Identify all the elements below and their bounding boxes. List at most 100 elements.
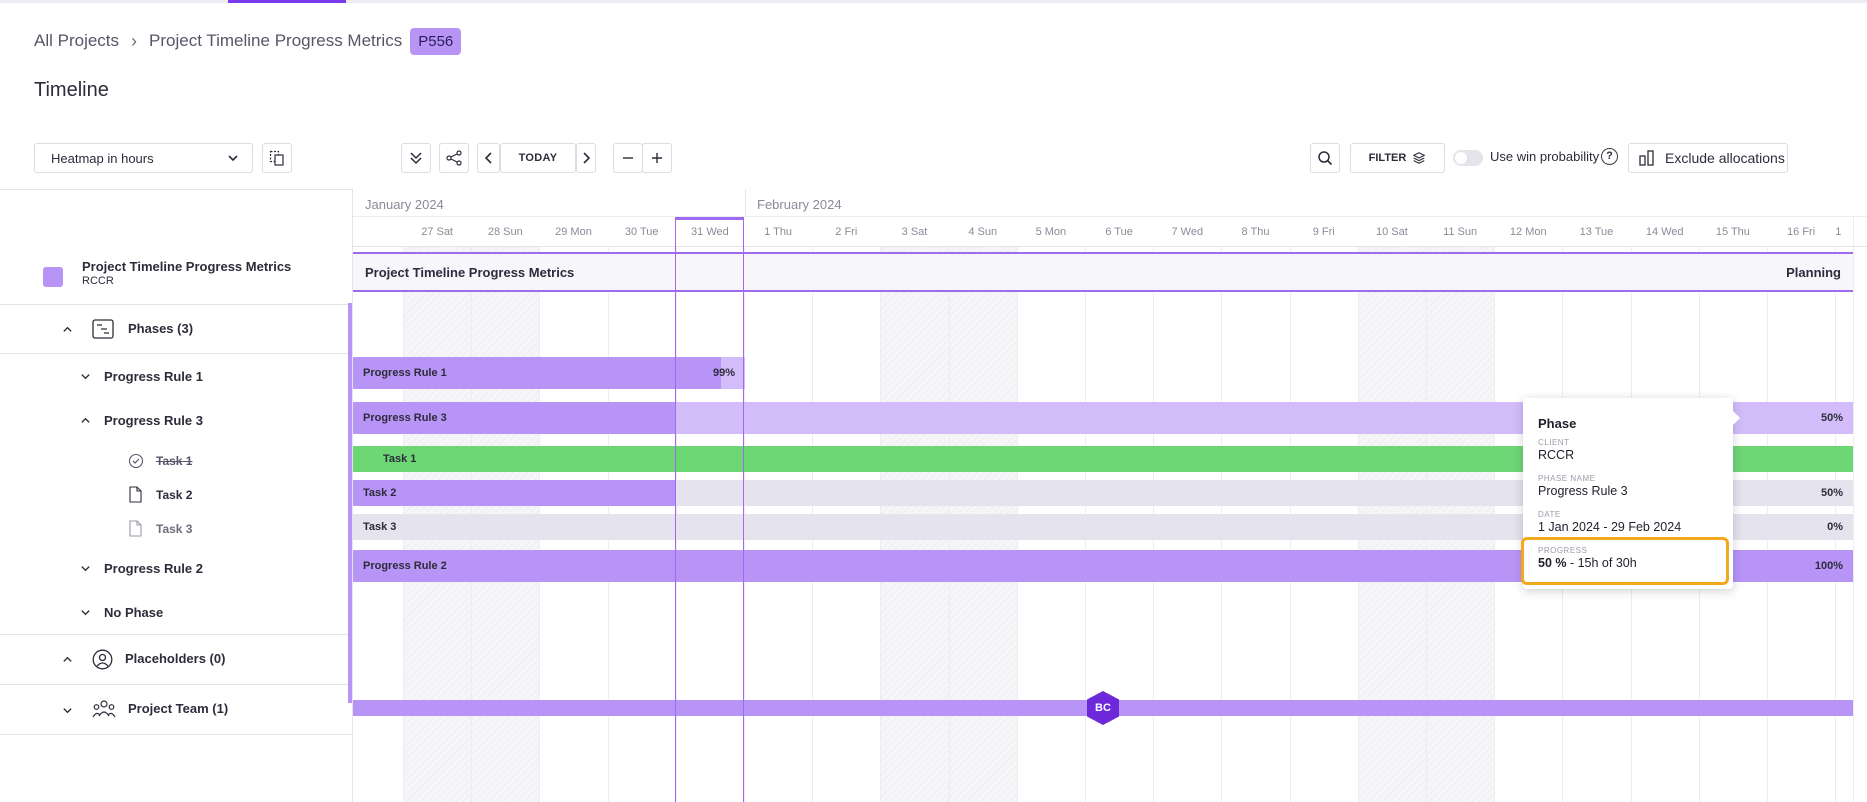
bar-percent: 100% (1814, 560, 1843, 572)
active-tab-indicator (228, 0, 346, 3)
copy-selection-button[interactable] (262, 143, 292, 173)
phase-row-no-phase[interactable]: No Phase (0, 591, 352, 635)
phases-label: Phases (3) (128, 321, 194, 336)
phase-row-progress-rule-2[interactable]: Progress Rule 2 (0, 546, 352, 591)
project-row[interactable]: Project Timeline Progress Metrics RCCR (0, 248, 352, 305)
chevron-down-icon[interactable] (80, 607, 91, 618)
phase-row-progress-rule-3[interactable]: Progress Rule 3 (0, 399, 352, 444)
day-header-cell: 14 Wed (1645, 226, 1684, 238)
day-header-cell: 8 Thu (1241, 226, 1270, 238)
bar-percent: 50% (1820, 487, 1843, 499)
task-row-task-1[interactable]: Task 1 (0, 444, 352, 478)
task-row-task-2[interactable]: Task 2 (0, 478, 352, 512)
search-button[interactable] (1310, 143, 1340, 173)
day-header-cell: 4 Sun (968, 226, 998, 238)
team-member-avatar[interactable]: BC (1087, 691, 1119, 725)
check-circle-icon[interactable] (128, 453, 144, 469)
day-header-cell: 11 Sun (1443, 226, 1478, 238)
plus-icon (652, 153, 662, 163)
phase-row-progress-rule-1[interactable]: Progress Rule 1 (0, 354, 352, 399)
zoom-in-button[interactable] (642, 143, 672, 173)
tooltip-phase-name-label: PHASE NAME (1538, 474, 1596, 483)
day-header: 27 Sat 28 Sun 29 Mon 30 Tue 31 Wed 1 Thu 2 Fri… (353, 217, 1867, 247)
day-header-cell: 27 Sat (421, 226, 453, 238)
project-name: Project Timeline Progress Metrics (82, 259, 292, 274)
tooltip-progress-pct: 50 % (1538, 556, 1567, 570)
phase-label: No Phase (104, 605, 164, 620)
phases-row[interactable]: Phases (3) (0, 305, 352, 354)
exclude-allocations-label: Exclude allocations (1665, 150, 1785, 166)
project-timeline-title: Project Timeline Progress Metrics (365, 265, 575, 280)
day-header-cell: 30 Tue (624, 226, 659, 238)
day-header-cell: 12 Mon (1509, 226, 1547, 238)
day-header-cell: 10 Sat (1375, 226, 1408, 238)
today-button[interactable]: TODAY (500, 143, 576, 173)
chevron-up-icon[interactable] (62, 654, 73, 665)
tooltip-title: Phase (1538, 416, 1577, 431)
tooltip-progress-detail: - 15h of 30h (1566, 556, 1637, 570)
chevron-right-icon (583, 152, 591, 164)
phase-label: Progress Rule 2 (104, 561, 203, 576)
placeholders-row[interactable]: Placeholders (0) (0, 635, 352, 685)
chevron-left-icon (484, 152, 492, 164)
breadcrumb-project[interactable]: Project Timeline Progress Metrics (149, 31, 402, 51)
chevron-down-icon[interactable] (80, 563, 91, 574)
win-probability-toggle[interactable] (1453, 150, 1483, 166)
bar-label: Progress Rule 1 (363, 367, 447, 379)
project-id-badge: P556 (410, 27, 462, 55)
project-status: Planning (1786, 265, 1841, 280)
filter-button[interactable]: FILTER (1350, 143, 1445, 173)
bar-label: Task 1 (383, 453, 417, 465)
chevron-right-icon: › (131, 30, 138, 51)
task-label: Task 1 (156, 454, 193, 468)
copy-dashed-icon (269, 150, 284, 166)
chevron-down-icon[interactable] (80, 371, 91, 382)
tooltip-date: 1 Jan 2024 - 29 Feb 2024 (1538, 520, 1682, 534)
next-period-button[interactable] (576, 143, 596, 173)
help-icon[interactable]: ? (1601, 148, 1618, 165)
tooltip-progress-label: PROGRESS (1538, 546, 1588, 555)
view-mode-select[interactable]: Heatmap in hours (34, 143, 253, 173)
timeline-right-edge (1853, 217, 1854, 802)
day-header-cell: 16 Fri (1787, 226, 1816, 238)
bar-label: Progress Rule 3 (363, 412, 447, 424)
chevron-up-icon[interactable] (80, 415, 91, 426)
task-row-task-3[interactable]: Task 3 (0, 512, 352, 546)
bar-percent: 0% (1827, 521, 1843, 533)
phases-icon (92, 319, 114, 339)
team-icon (92, 700, 116, 718)
dependencies-button[interactable] (439, 143, 469, 173)
project-timeline-header[interactable]: Project Timeline Progress Metrics Planni… (353, 252, 1853, 292)
month-label: January 2024 (365, 197, 444, 212)
page-title: Timeline (34, 79, 109, 101)
day-header-cell: 5 Mon (1035, 226, 1067, 238)
chevron-down-icon (228, 155, 238, 162)
collapse-all-button[interactable] (401, 143, 431, 173)
placeholders-label: Placeholders (0) (125, 651, 226, 666)
phase-indicator-bar (348, 303, 352, 703)
previous-period-button[interactable] (477, 143, 500, 173)
exclude-allocations-button[interactable]: Exclude allocations (1628, 143, 1788, 173)
chevron-up-icon[interactable] (62, 324, 73, 335)
bar-percent: 50% (1820, 412, 1843, 424)
phase-label: Progress Rule 3 (104, 413, 203, 428)
breadcrumb-all-projects[interactable]: All Projects (34, 31, 119, 51)
day-header-cell: 29 Mon (555, 226, 592, 238)
chevron-down-icon[interactable] (62, 705, 73, 716)
day-header-cell: 1 (1835, 226, 1842, 238)
month-divider (745, 189, 746, 217)
left-panel: Project Timeline Progress Metrics RCCR P… (0, 189, 353, 802)
tooltip-progress: 50 % - 15h of 30h (1538, 556, 1637, 570)
project-team-row[interactable]: Project Team (1) (0, 685, 352, 735)
minus-icon (623, 157, 633, 159)
tooltip-client: RCCR (1538, 448, 1575, 462)
zoom-out-button[interactable] (613, 143, 643, 173)
double-chevron-down-icon (410, 152, 422, 165)
win-probability-label: Use win probability (1490, 149, 1600, 164)
breadcrumb: All Projects › Project Timeline Progress… (34, 27, 462, 55)
phase-tooltip: Phase CLIENT RCCR PHASE NAME Progress Ru… (1521, 398, 1740, 589)
project-team-label: Project Team (1) (128, 701, 229, 716)
day-header-cell: 13 Tue (1579, 226, 1614, 238)
tooltip-phase-name: Progress Rule 3 (1538, 484, 1628, 498)
current-day-marker (675, 217, 744, 802)
